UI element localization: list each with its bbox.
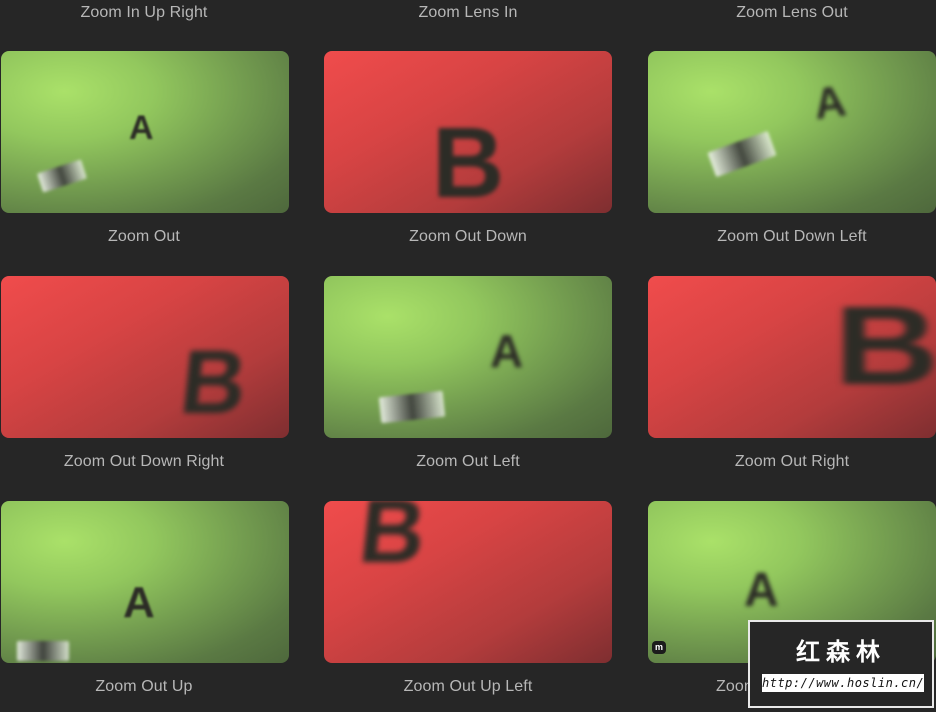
letter-b-glyph: B: [354, 501, 431, 582]
letter-a-glyph: A: [129, 109, 154, 147]
logo-mark: m: [652, 641, 667, 654]
letter-a-glyph: A: [123, 578, 155, 627]
label-zoom-lens-out: Zoom Lens Out: [736, 4, 848, 21]
label-zoom-out-up: Zoom Out Up: [95, 678, 193, 695]
label-zoom-out-down-right: Zoom Out Down Right: [63, 453, 225, 470]
letter-a-glyph: A: [490, 325, 524, 377]
watermark: 红森林 http://www.hoslin.cn/: [748, 620, 934, 708]
thumb-zoom-out-up-left[interactable]: B: [324, 501, 612, 663]
thumb-zoom-out-down[interactable]: B: [324, 51, 612, 213]
thumb-zoom-out[interactable]: A: [1, 51, 289, 213]
logo-streak: [37, 159, 87, 193]
label-zoom-out-left: Zoom Out Left: [416, 453, 520, 470]
thumb-zoom-out-left[interactable]: A: [324, 276, 612, 438]
watermark-title: 红森林: [796, 638, 886, 666]
thumb-zoom-out-right[interactable]: B: [648, 276, 936, 438]
label-zoom-lens-in: Zoom Lens In: [418, 4, 518, 21]
label-zoom-out: Zoom Out: [108, 228, 180, 245]
thumb-zoom-out-down-right[interactable]: B: [1, 276, 289, 438]
letter-b-glyph: B: [175, 333, 252, 433]
label-zoom-out-down-left: Zoom Out Down Left: [717, 228, 867, 245]
logo-streak: [707, 130, 777, 178]
watermark-url: http://www.hoslin.cn/: [762, 674, 925, 692]
logo-streak: [378, 390, 446, 424]
letter-a-glyph: A: [744, 564, 779, 617]
thumb-zoom-out-up[interactable]: A: [1, 501, 289, 663]
letter-a-glyph: A: [810, 76, 849, 129]
letter-b-glyph: B: [432, 107, 505, 213]
label-zoom-in-up-right: Zoom In Up Right: [80, 4, 208, 21]
label-zoom-out-down: Zoom Out Down: [409, 228, 527, 245]
letter-b-glyph: B: [833, 283, 936, 408]
label-zoom-out-right: Zoom Out Right: [734, 453, 850, 470]
thumb-zoom-out-down-left[interactable]: A: [648, 51, 936, 213]
logo-streak: [17, 641, 69, 661]
label-zoom-out-up-left: Zoom Out Up Left: [403, 678, 533, 695]
